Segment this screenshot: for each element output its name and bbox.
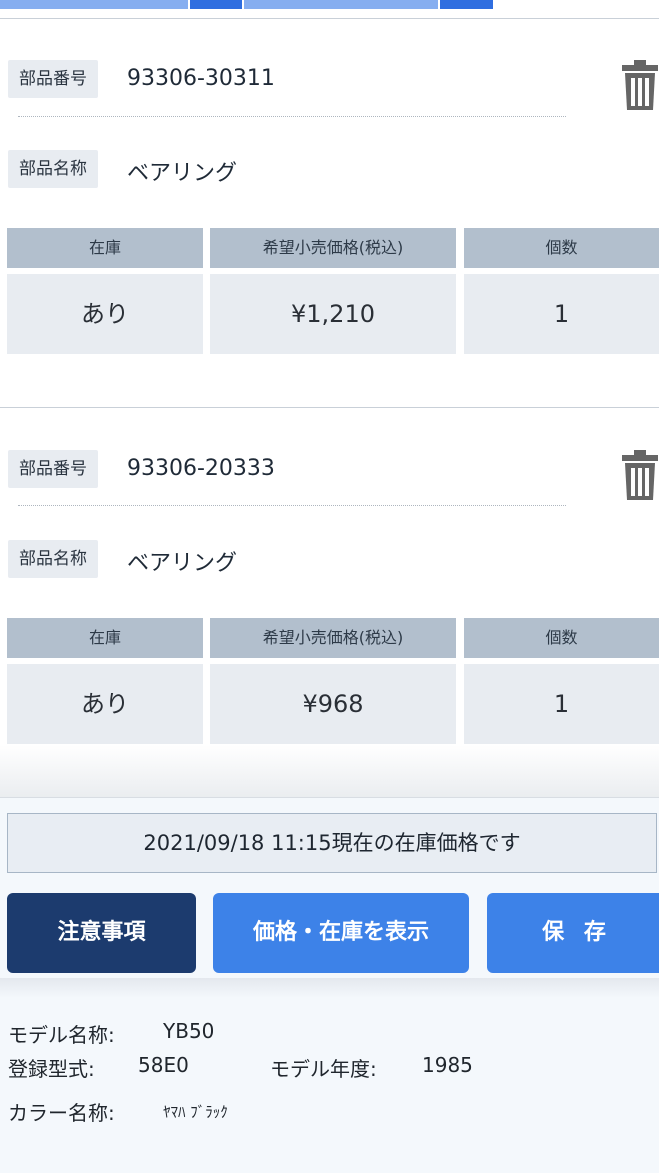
quantity-value[interactable]: 1 <box>464 664 659 744</box>
part-name-value: ベアリング <box>127 161 238 186</box>
registration-type-value: 58E0 <box>138 1053 189 1077</box>
quantity-value[interactable]: 1 <box>464 274 659 354</box>
trash-icon[interactable] <box>620 448 659 502</box>
header-price: 希望小売価格(税込) <box>210 228 456 268</box>
button-shadow <box>0 978 659 998</box>
part-name-label: 部品名称 <box>8 540 98 578</box>
tab-bar-segment[interactable] <box>244 0 438 9</box>
part-number-label: 部品番号 <box>8 60 98 98</box>
part-number-value: 93306-30311 <box>127 66 275 91</box>
header-stock: 在庫 <box>7 618 203 658</box>
color-name-value: ﾔﾏﾊ ﾌﾞﾗｯｸ <box>163 1103 228 1121</box>
notice-button[interactable]: 注意事項 <box>7 893 196 973</box>
price-value: ¥1,210 <box>210 274 456 354</box>
tab-bar-segment[interactable] <box>0 0 188 9</box>
scroll-fade <box>0 745 659 800</box>
trash-icon[interactable] <box>620 58 659 112</box>
header-quantity: 個数 <box>464 228 659 268</box>
top-tab-strip <box>0 0 659 19</box>
tab-bar-segment[interactable] <box>440 0 493 9</box>
part-name-label: 部品名称 <box>8 150 98 188</box>
price-value: ¥968 <box>210 664 456 744</box>
save-button[interactable]: 保 存 <box>487 893 659 973</box>
divider <box>18 505 566 506</box>
stock-value: あり <box>7 664 203 744</box>
part-number-label: 部品番号 <box>8 450 98 488</box>
tab-bar-segment[interactable] <box>190 0 242 9</box>
model-name-value: YB50 <box>163 1019 215 1043</box>
header-stock: 在庫 <box>7 228 203 268</box>
color-name-label: カラー名称: <box>8 1101 115 1125</box>
model-year-value: 1985 <box>422 1053 473 1077</box>
registration-type-label: 登録型式: <box>8 1057 95 1081</box>
model-year-label: モデル年度: <box>270 1057 377 1081</box>
model-name-label: モデル名称: <box>8 1023 115 1047</box>
show-price-stock-button[interactable]: 価格・在庫を表示 <box>213 893 469 973</box>
part-number-value: 93306-20333 <box>127 456 275 481</box>
header-price: 希望小売価格(税込) <box>210 618 456 658</box>
section-separator <box>0 407 659 408</box>
header-quantity: 個数 <box>464 618 659 658</box>
stock-time-banner: 2021/09/18 11:15現在の在庫価格です <box>7 813 657 873</box>
divider <box>18 116 566 117</box>
stock-value: あり <box>7 274 203 354</box>
part-name-value: ベアリング <box>127 551 238 576</box>
